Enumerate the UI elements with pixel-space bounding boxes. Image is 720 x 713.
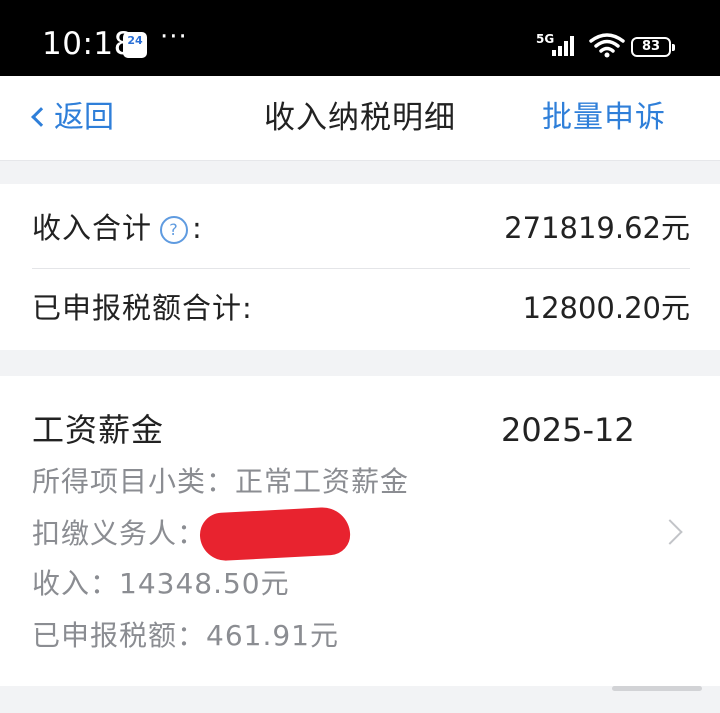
summary-card: 收入合计?: 271819.62元 已申报税额合计: 12800.20元 <box>0 184 720 350</box>
status-bar: 10:18 24 ··· 5G 83 <box>0 0 720 76</box>
calendar-day: 24 <box>127 34 143 47</box>
calendar-icon: 24 <box>123 32 147 58</box>
record-income: 收入：14348.50元 <box>32 567 290 600</box>
navigation-bar: 返回 收入纳税明细 批量申诉 <box>0 76 720 161</box>
income-record-card[interactable]: 工资薪金 2025-12 所得项目小类：正常工资薪金 扣缴义务人： 收入：143… <box>0 376 720 686</box>
home-indicator <box>612 686 702 691</box>
more-notifications-icon: ··· <box>160 22 188 52</box>
help-icon[interactable]: ? <box>160 216 189 244</box>
battery-icon: 83 <box>631 37 675 57</box>
record-tax: 已申报税额：461.91元 <box>32 619 339 652</box>
tax-total-value: 12800.20元 <box>522 291 690 325</box>
record-category: 所得项目小类：正常工资薪金 <box>32 465 410 498</box>
batch-appeal-button[interactable]: 批量申诉 <box>542 100 666 136</box>
tax-total-row: 已申报税额合计: 12800.20元 <box>32 268 690 348</box>
battery-level: 83 <box>641 39 661 54</box>
chevron-right-icon <box>657 519 683 545</box>
tax-total-label: 已申报税额合计: <box>32 291 253 325</box>
income-total-colon: : <box>192 211 203 245</box>
redaction-mark <box>198 506 352 562</box>
income-total-row: 收入合计?: 271819.62元 <box>32 188 690 269</box>
status-time: 10:18 <box>42 26 134 62</box>
record-period: 2025-12 <box>501 411 635 449</box>
income-total-label-wrap: 收入合计?: <box>32 210 203 246</box>
income-total-value: 271819.62元 <box>504 211 690 245</box>
signal-icon <box>552 34 578 56</box>
wifi-icon <box>589 33 625 58</box>
record-withholder-label: 扣缴义务人： <box>32 517 207 550</box>
income-total-label: 收入合计 <box>32 211 153 245</box>
record-title: 工资薪金 <box>32 411 165 449</box>
